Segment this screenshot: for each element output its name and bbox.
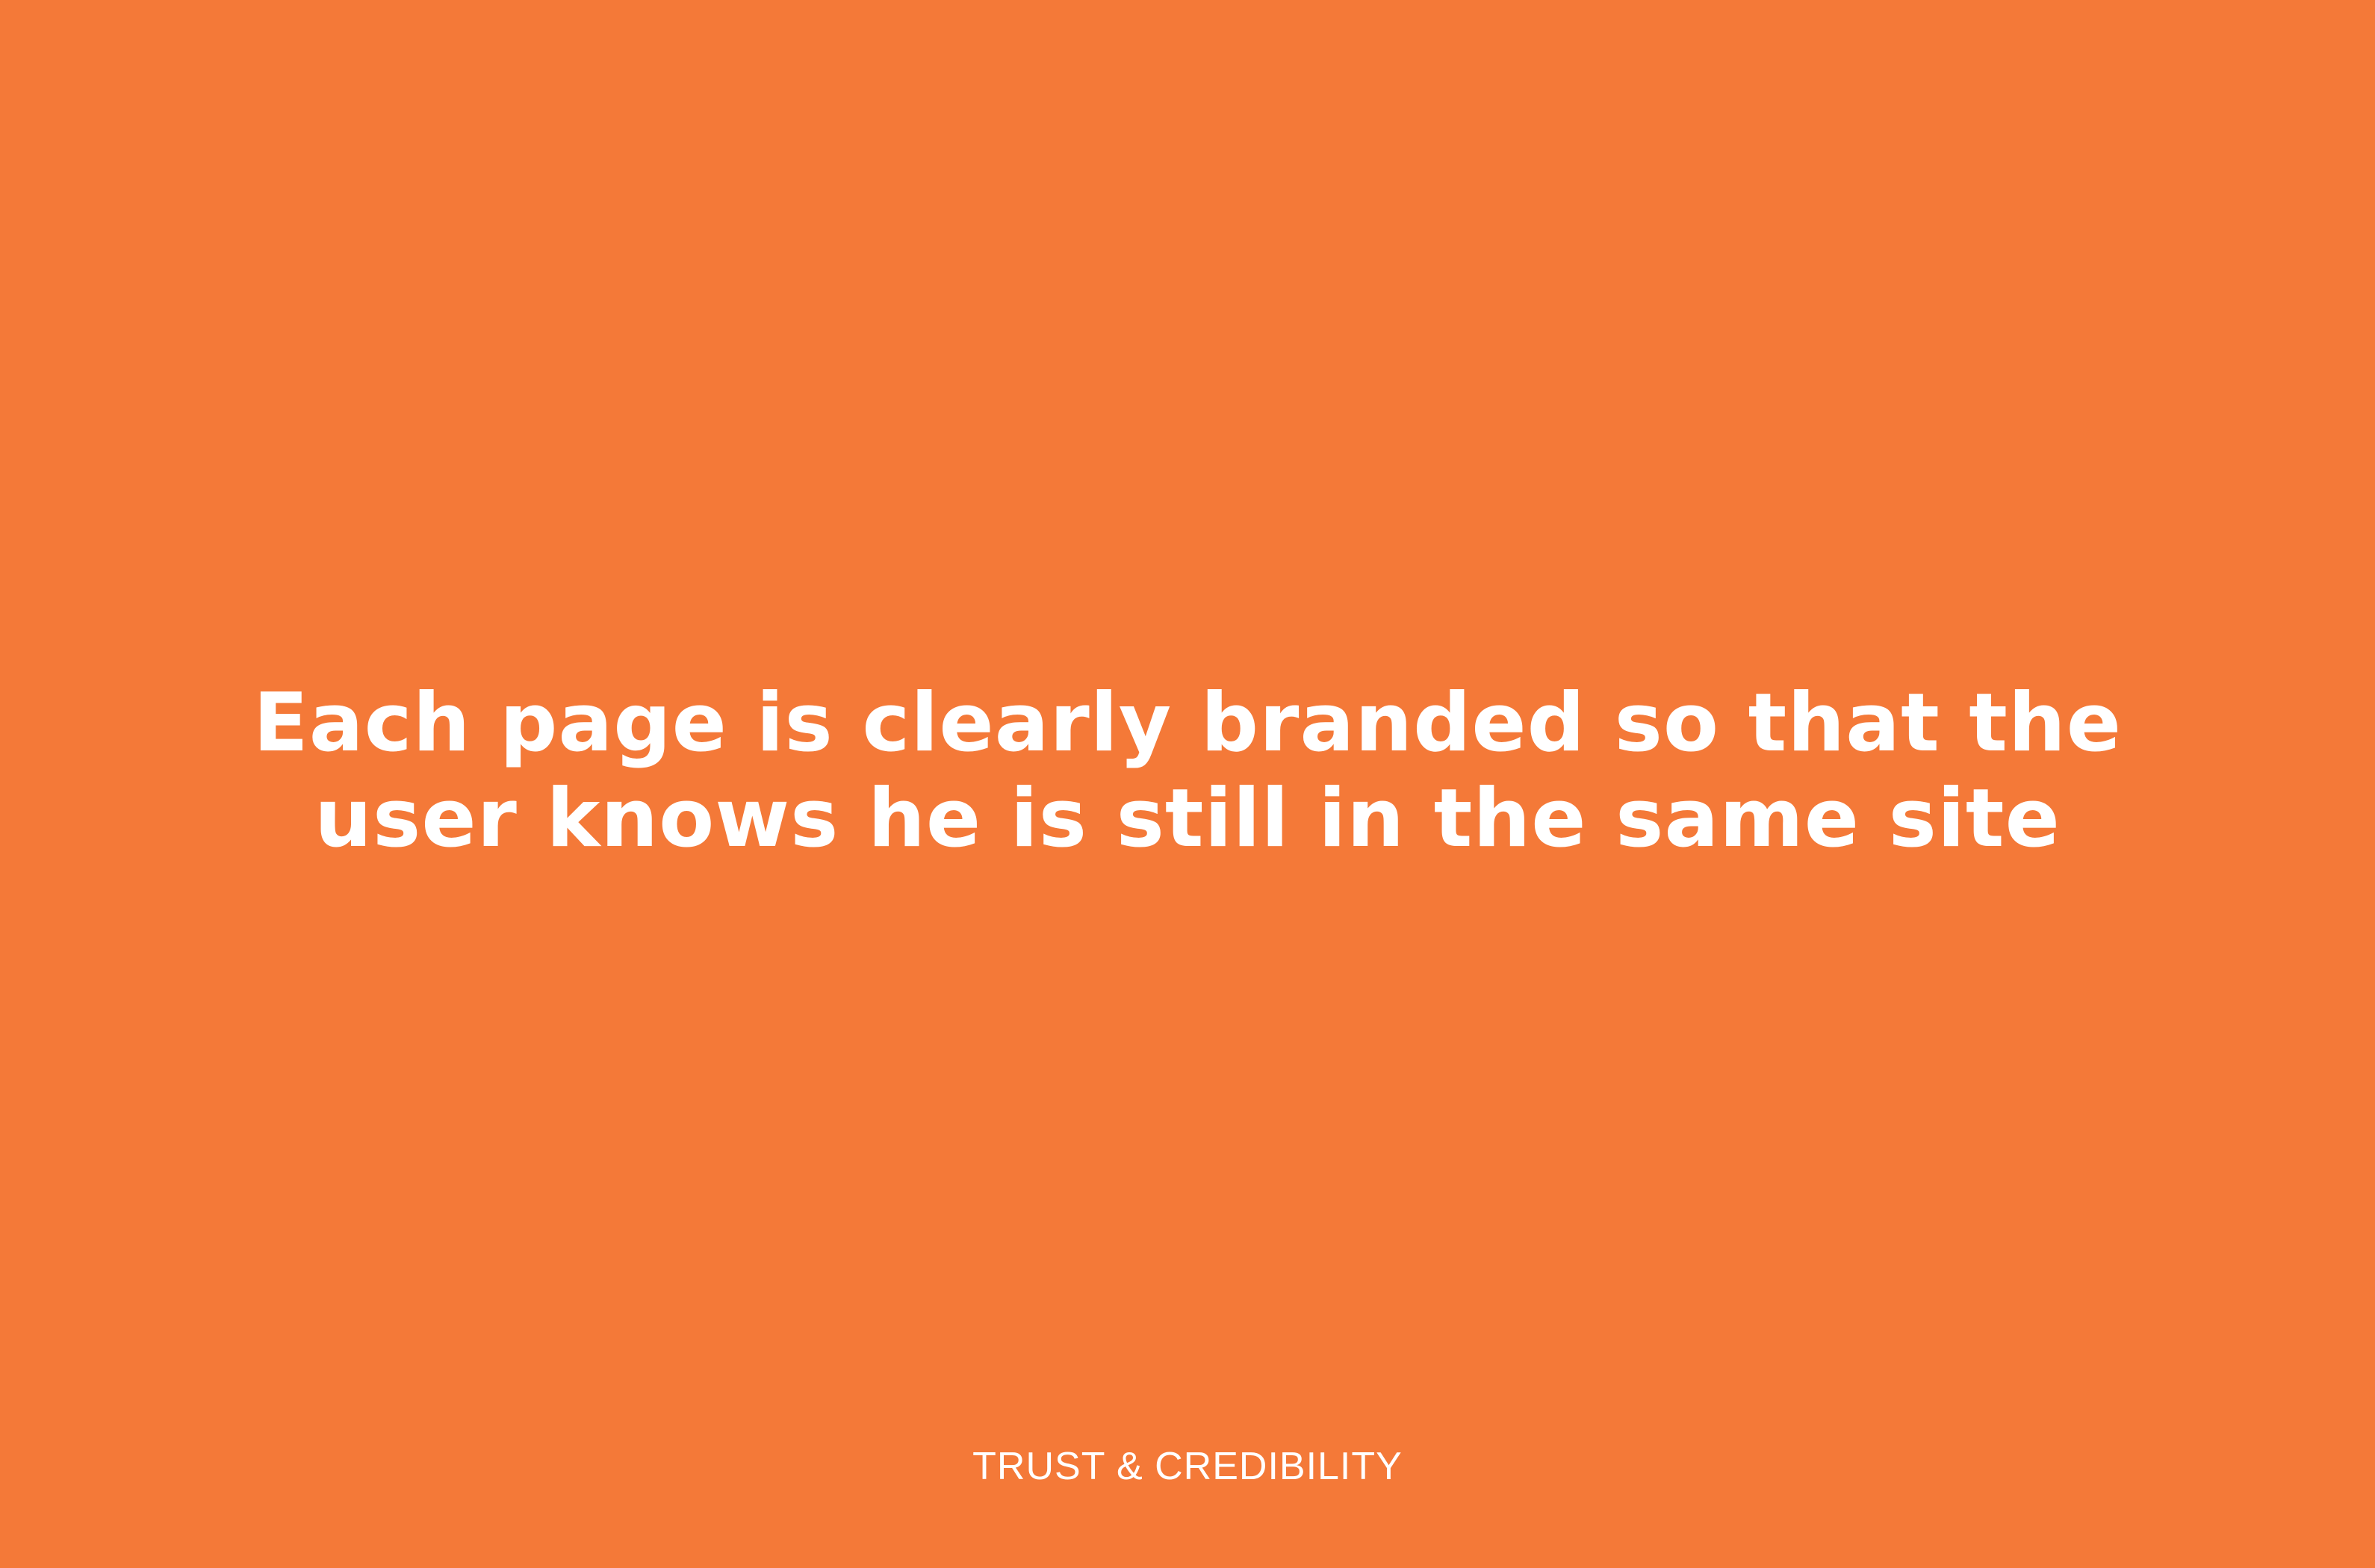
slide: Each page is clearly branded so that the…	[0, 0, 2375, 1568]
section-label: TRUST & CREDIBILITY	[972, 1445, 1403, 1488]
slide-headline: Each page is clearly branded so that the…	[0, 676, 2375, 867]
headline-line-2: user knows he is still in the same site	[314, 772, 2061, 865]
headline-line-1: Each page is clearly branded so that the	[252, 676, 2123, 770]
